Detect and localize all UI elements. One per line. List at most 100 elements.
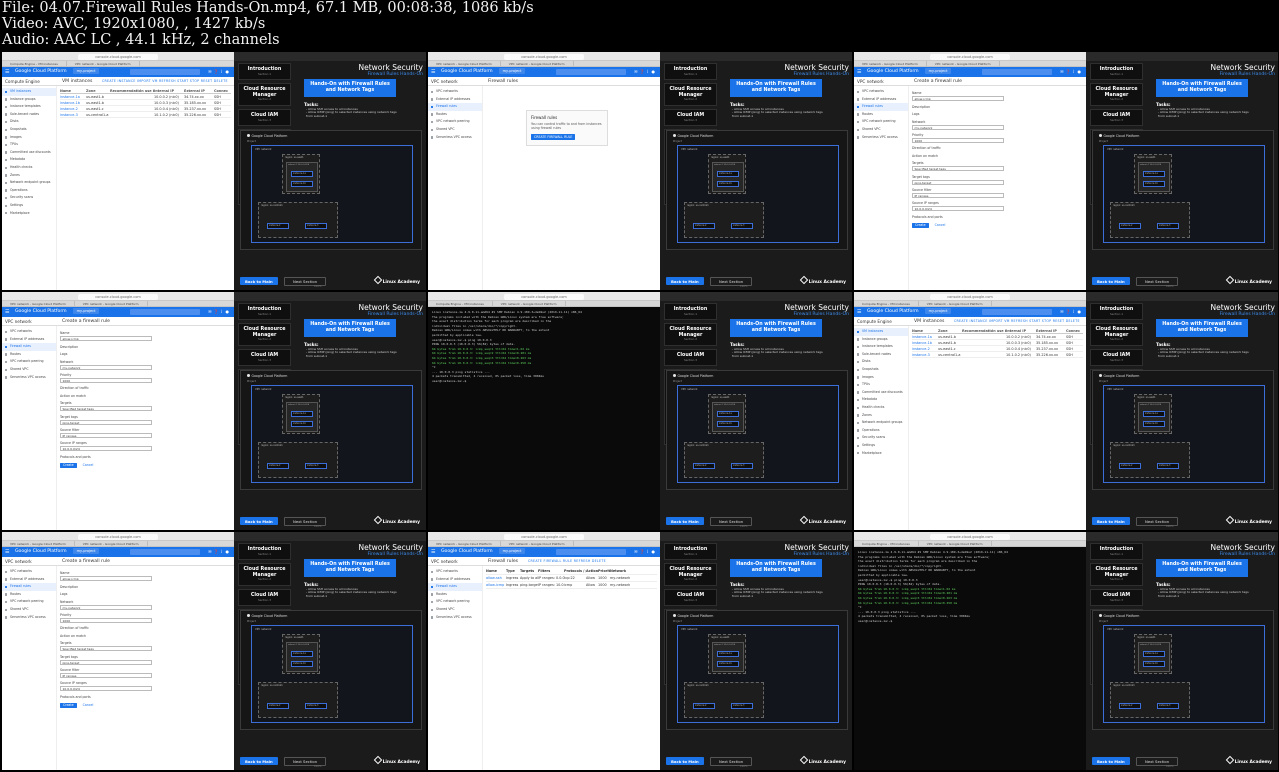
- back-to-main-button[interactable]: Back to Main: [1092, 277, 1130, 285]
- sidebar-item[interactable]: Instance groups: [854, 336, 908, 344]
- vm-name-link[interactable]: instance-1a: [60, 94, 86, 99]
- sidebar-item[interactable]: Instance groups: [2, 96, 56, 104]
- nav-section-introduction[interactable]: Introduction Section 1: [664, 63, 717, 81]
- nav-section-introduction[interactable]: Introduction Section 1: [238, 543, 291, 561]
- nav-section-introduction[interactable]: Introduction Section 1: [1090, 543, 1143, 561]
- back-to-main-button[interactable]: Back to Main: [666, 757, 704, 765]
- page-actions[interactable]: CREATE FIREWALL RULE REFRESH DELETE: [528, 557, 606, 566]
- network-select[interactable]: my-network: [60, 604, 152, 610]
- sidebar-item[interactable]: TPUs: [854, 381, 908, 389]
- sidebar-item[interactable]: VPC networks: [2, 328, 56, 336]
- column-header[interactable]: Protocols / ports: [564, 568, 586, 574]
- sidebar-item[interactable]: VPC network peering: [2, 598, 56, 606]
- sidebar-item[interactable]: Disks: [854, 358, 908, 366]
- nav-section-crm[interactable]: Cloud Resource Manager Section 2: [1090, 323, 1143, 346]
- sidebar-item[interactable]: Operations: [854, 427, 908, 435]
- sidebar-item[interactable]: Health checks: [854, 404, 908, 412]
- sidebar-item[interactable]: External IP addresses: [2, 576, 56, 584]
- sidebar-item[interactable]: Routes: [2, 591, 56, 599]
- search-input[interactable]: [130, 549, 200, 555]
- nav-section-introduction[interactable]: Introduction Section 1: [238, 63, 291, 81]
- project-selector[interactable]: my-project: [498, 547, 526, 554]
- vm-name-link[interactable]: instance-2: [912, 346, 938, 351]
- video-thumbnail[interactable]: console.cloud.google.com Compute Engine -…: [854, 292, 1278, 530]
- back-to-main-button[interactable]: Back to Main: [666, 277, 704, 285]
- table-cell[interactable]: SSH: [214, 100, 228, 105]
- source-filter-select[interactable]: IP ranges: [60, 432, 152, 438]
- nav-section-iam[interactable]: Cloud IAM Section 3: [238, 348, 291, 367]
- search-input[interactable]: [982, 309, 1052, 315]
- address-bar[interactable]: console.cloud.google.com: [504, 533, 584, 540]
- video-thumbnail[interactable]: console.cloud.google.com Compute Engine -…: [428, 292, 852, 530]
- name-field[interactable]: allow-icmp: [60, 576, 152, 582]
- priority-field[interactable]: 1000: [912, 137, 1004, 143]
- column-header[interactable]: External IP: [1036, 328, 1066, 333]
- address-bar[interactable]: console.cloud.google.com: [930, 293, 1010, 300]
- project-selector[interactable]: my-project: [72, 547, 100, 554]
- priority-field[interactable]: 1000: [60, 617, 152, 623]
- sidebar-item[interactable]: Metadata: [2, 156, 56, 164]
- video-thumbnail[interactable]: console.cloud.google.com VPC network - Go…: [428, 52, 852, 290]
- vm-name-link[interactable]: instance-1a: [912, 334, 938, 339]
- page-actions[interactable]: CREATE INSTANCE IMPORT VM REFRESH START …: [954, 317, 1080, 326]
- sidebar-item[interactable]: Snapshots: [2, 126, 56, 134]
- table-cell[interactable]: SSH: [1066, 346, 1080, 351]
- column-header[interactable]: Targets: [520, 568, 538, 574]
- column-header[interactable]: Name: [60, 88, 86, 93]
- table-cell[interactable]: SSH: [1066, 352, 1080, 357]
- sidebar-item[interactable]: VPC network peering: [2, 358, 56, 366]
- sidebar-item[interactable]: VPC networks: [854, 88, 908, 96]
- name-field[interactable]: allow-icmp: [60, 336, 152, 342]
- nav-section-iam[interactable]: Cloud IAM Section 3: [1090, 588, 1143, 607]
- nav-section-iam[interactable]: Cloud IAM Section 3: [1090, 108, 1143, 127]
- back-to-main-button[interactable]: Back to Main: [1092, 517, 1130, 525]
- nav-section-crm[interactable]: Cloud Resource Manager Section 2: [238, 83, 291, 106]
- nav-section-crm[interactable]: Cloud Resource Manager Section 2: [1090, 563, 1143, 586]
- sidebar-item[interactable]: Disks: [2, 118, 56, 126]
- column-header[interactable]: Name: [486, 568, 506, 574]
- sidebar-item[interactable]: Shared VPC: [2, 366, 56, 374]
- sidebar-item[interactable]: External IP addresses: [428, 576, 482, 584]
- name-field[interactable]: allow-icmp: [912, 96, 1004, 102]
- column-header[interactable]: Priority: [598, 568, 610, 574]
- sidebar-item[interactable]: Snapshots: [854, 366, 908, 374]
- sidebar-item[interactable]: Routes: [428, 111, 482, 119]
- sidebar-item[interactable]: VM instances: [2, 88, 56, 96]
- targets-select[interactable]: Specified target tags: [912, 166, 1004, 172]
- terminal-window[interactable]: Linux instance-1a 4.9.0-11-amd64 #1 SMP …: [854, 547, 1086, 770]
- cancel-button[interactable]: Cancel: [80, 463, 97, 469]
- project-selector[interactable]: my-project: [924, 67, 952, 74]
- nav-section-iam[interactable]: Cloud IAM Section 3: [238, 588, 291, 607]
- nav-section-iam[interactable]: Cloud IAM Section 3: [1090, 348, 1143, 367]
- column-header[interactable]: In use by: [140, 88, 154, 93]
- search-input[interactable]: [556, 549, 626, 555]
- sidebar-item[interactable]: Operations: [2, 187, 56, 195]
- back-to-main-button[interactable]: Back to Main: [240, 277, 278, 285]
- hamburger-menu-icon[interactable]: ☰: [5, 309, 9, 315]
- sidebar-item[interactable]: Sole-tenant nodes: [2, 111, 56, 119]
- table-row[interactable]: instance-3 us-central1-a 10.1.0.2 (nic0) 35…: [60, 112, 231, 118]
- sidebar-item[interactable]: Firewall rules: [2, 583, 56, 591]
- sidebar-item[interactable]: Settings: [854, 442, 908, 450]
- target-tags-field[interactable]: ping-target: [912, 179, 1004, 185]
- column-header[interactable]: External IP: [184, 88, 214, 93]
- sidebar-item[interactable]: Network endpoint groups: [2, 179, 56, 187]
- sidebar-item[interactable]: External IP addresses: [428, 96, 482, 104]
- search-input[interactable]: [130, 309, 200, 315]
- back-to-main-button[interactable]: Back to Main: [1092, 757, 1130, 765]
- source-ip-ranges-field[interactable]: 10.0.0.0/24: [60, 686, 152, 692]
- address-bar[interactable]: console.cloud.google.com: [78, 533, 158, 540]
- project-selector[interactable]: my-project: [498, 67, 526, 74]
- sidebar-item[interactable]: Health checks: [2, 164, 56, 172]
- sidebar-item[interactable]: Firewall rules: [854, 103, 908, 111]
- cancel-button[interactable]: Cancel: [932, 223, 949, 229]
- hamburger-menu-icon[interactable]: ☰: [857, 309, 861, 315]
- page-actions[interactable]: CREATE INSTANCE IMPORT VM REFRESH START …: [102, 77, 228, 86]
- sidebar-item[interactable]: Marketplace: [2, 210, 56, 218]
- nav-section-crm[interactable]: Cloud Resource Manager Section 2: [238, 323, 291, 346]
- vm-name-link[interactable]: instance-1b: [60, 100, 86, 105]
- column-header[interactable]: Action: [586, 568, 598, 574]
- sidebar-item[interactable]: Serverless VPC access: [854, 134, 908, 142]
- vm-name-link[interactable]: instance-1b: [912, 340, 938, 345]
- cancel-button[interactable]: Cancel: [80, 703, 97, 709]
